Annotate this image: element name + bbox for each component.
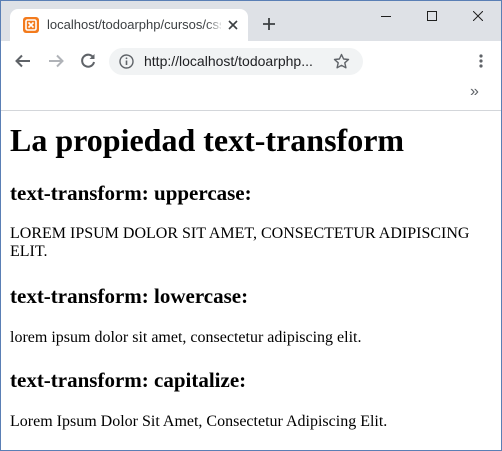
maximize-icon[interactable] bbox=[409, 1, 455, 31]
section-text-lowercase: lorem ipsum dolor sit amet, consectetur … bbox=[10, 329, 362, 346]
browser-tab[interactable]: localhost/todoarphp/cursos/css/c bbox=[10, 9, 248, 41]
browser-window: localhost/todoarphp/cursos/css/c http://… bbox=[0, 0, 502, 451]
favicon-icon bbox=[23, 17, 39, 33]
chevron-double-right-icon[interactable]: » bbox=[470, 83, 479, 101]
url-text[interactable]: http://localhost/todoarphp... bbox=[144, 53, 313, 69]
page-content: La propiedad text-transform text-transfo… bbox=[1, 112, 501, 450]
page-title: La propiedad text-transform bbox=[10, 122, 405, 158]
title-bar: localhost/todoarphp/cursos/css/c bbox=[1, 1, 501, 41]
tab-title-fade bbox=[206, 13, 224, 35]
more-vert-icon[interactable] bbox=[473, 53, 489, 69]
close-icon[interactable] bbox=[225, 17, 241, 33]
section-text-uppercase: LOREM IPSUM DOLOR SIT AMET, CONSECTETUR … bbox=[10, 225, 470, 260]
address-bar[interactable]: http://localhost/todoarphp... bbox=[109, 48, 363, 75]
plus-icon[interactable] bbox=[261, 16, 277, 32]
bookmarks-bar: » bbox=[1, 81, 501, 111]
section-heading-capitalize: text-transform: capitalize: bbox=[10, 368, 247, 392]
star-icon[interactable] bbox=[333, 53, 350, 70]
back-arrow-icon[interactable] bbox=[13, 51, 33, 71]
navigation-toolbar: http://localhost/todoarphp... bbox=[1, 41, 501, 81]
section-heading-lowercase: text-transform: lowercase: bbox=[10, 284, 249, 308]
reload-icon[interactable] bbox=[78, 51, 98, 71]
section-heading-uppercase: text-transform: uppercase: bbox=[10, 181, 252, 205]
tab-title: localhost/todoarphp/cursos/css/c bbox=[47, 17, 221, 32]
forward-arrow-icon[interactable] bbox=[46, 51, 66, 71]
info-icon[interactable] bbox=[119, 54, 134, 69]
window-close-icon[interactable] bbox=[455, 1, 501, 31]
section-text-capitalize: Lorem Ipsum Dolor Sit Amet, Consectetur … bbox=[10, 413, 388, 430]
minimize-icon[interactable] bbox=[363, 1, 409, 31]
